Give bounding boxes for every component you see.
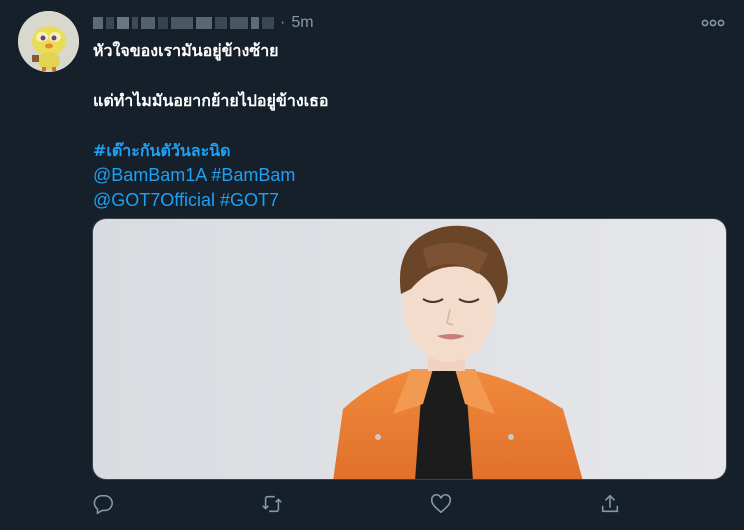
like-button[interactable] [430,493,458,521]
more-horizontal-icon [701,19,725,27]
mentions-link-2[interactable]: @GOT7Official #GOT7 [93,190,279,210]
hashtag-link[interactable]: #เต๊าะกันตัวันละนิด [93,141,231,160]
retweet-button[interactable] [261,493,289,521]
more-options-button[interactable] [700,12,726,34]
mentions-link-1[interactable]: @BamBam1A #BamBam [93,165,295,185]
tweet-text: หัวใจของเรามันอยู่ข้างซ้าย แต่ทำไมมันอยา… [93,38,713,213]
timestamp-separator: · [280,14,286,31]
tweet[interactable]: · 5m หัวใจของเรามันอยู่ข้างซ้าย แต่ทำไมม… [0,0,744,530]
share-icon [601,494,619,513]
reply-icon [93,494,113,515]
tweet-actions [92,493,632,521]
heart-icon [431,493,451,514]
timestamp[interactable]: 5m [291,14,313,32]
tweet-line-2: แต่ทำไมมันอยากย้ายไปอยู่ข้างเธอ [93,91,329,110]
avatar[interactable] [18,11,79,72]
tweet-header: · 5m [93,12,314,34]
retweet-icon [262,495,282,513]
share-button[interactable] [599,493,627,521]
tweet-line-1: หัวใจของเรามันอยู่ข้างซ้าย [93,41,279,60]
reply-button[interactable] [92,493,120,521]
author-name-blurred[interactable] [93,13,274,33]
tweet-image[interactable] [92,218,727,480]
